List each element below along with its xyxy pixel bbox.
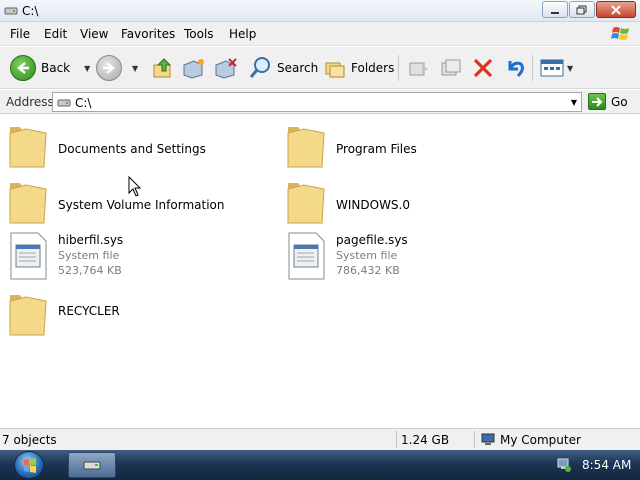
address-label: Address — [6, 95, 54, 109]
forward-button[interactable]: ▼ — [96, 47, 138, 89]
copy-to-icon — [441, 59, 461, 76]
search-label: Search — [277, 61, 319, 75]
item-name: System Volume Information — [58, 198, 225, 212]
folder-icon — [9, 295, 47, 336]
close-button[interactable] — [596, 1, 636, 18]
window-title: C:\ — [22, 4, 39, 18]
address-input[interactable]: C:\ ▼ — [52, 92, 582, 112]
drive-icon — [83, 461, 101, 470]
taskbar: 8:54 AM — [0, 450, 640, 480]
drive-icon — [4, 7, 18, 15]
address-value: C:\ — [75, 96, 92, 110]
toolbar-separator — [532, 55, 533, 81]
chevron-down-icon[interactable]: ▼ — [132, 64, 138, 73]
delete-folder-button[interactable] — [214, 47, 238, 89]
menu-favorites[interactable]: Favorites — [121, 27, 175, 41]
back-label: Back — [41, 61, 71, 75]
menu-view[interactable]: View — [80, 27, 108, 41]
system-file-icon — [288, 232, 325, 280]
item-size: 523,764 KB — [58, 264, 122, 277]
delete-icon — [473, 58, 493, 78]
undo-icon — [508, 61, 524, 78]
status-separator — [474, 431, 475, 448]
toolbar: Back ▼ ▼ Search Folders ▼ — [0, 47, 640, 89]
my-computer-icon — [481, 433, 495, 445]
minimize-icon — [551, 11, 559, 14]
folder-icon — [287, 127, 325, 168]
windows-logo-icon — [24, 458, 36, 473]
close-icon — [611, 4, 621, 15]
copy-to-button[interactable] — [440, 47, 462, 89]
status-location: My Computer — [500, 433, 581, 447]
mouse-cursor-icon — [128, 176, 142, 197]
toolbar-separator — [398, 55, 399, 81]
file-list: Documents and Settings Program Files Sys… — [0, 115, 640, 427]
up-folder-button[interactable] — [152, 47, 174, 89]
status-object-count: 7 objects — [2, 433, 57, 447]
minimize-button[interactable] — [542, 1, 568, 18]
undo-button[interactable] — [504, 47, 526, 89]
folder-item[interactable]: Program Files — [278, 121, 538, 177]
menu-file[interactable]: File — [10, 27, 30, 41]
maximize-icon — [576, 5, 587, 14]
back-button[interactable]: Back ▼ — [10, 47, 90, 89]
new-folder-icon — [183, 59, 204, 79]
drive-icon — [57, 99, 71, 107]
move-to-button[interactable] — [408, 47, 430, 89]
delete-item-icon — [215, 58, 237, 79]
item-name: RECYCLER — [58, 304, 120, 318]
menu-edit[interactable]: Edit — [44, 27, 67, 41]
item-name: Documents and Settings — [58, 142, 206, 156]
folder-icon — [9, 127, 47, 168]
item-name: Program Files — [336, 142, 417, 156]
search-button[interactable]: Search — [248, 47, 318, 89]
delete-button[interactable] — [472, 47, 494, 89]
chevron-down-icon[interactable]: ▼ — [571, 98, 577, 107]
item-type: System file — [58, 249, 120, 262]
go-button[interactable]: Go — [588, 93, 628, 110]
clock[interactable]: 8:54 AM — [582, 458, 631, 472]
chevron-down-icon[interactable]: ▼ — [84, 64, 90, 73]
back-arrow-icon — [10, 55, 36, 81]
folder-item[interactable]: WINDOWS.0 — [278, 177, 538, 233]
new-folder-button[interactable] — [182, 47, 206, 89]
chevron-down-icon[interactable]: ▼ — [567, 64, 573, 73]
status-separator — [396, 431, 397, 448]
file-item[interactable]: pagefile.sys System file 786,432 KB — [278, 231, 538, 287]
folders-icon — [325, 62, 345, 78]
forward-arrow-icon — [96, 55, 122, 81]
search-icon — [249, 57, 270, 78]
taskbar-explorer-button[interactable] — [68, 452, 116, 478]
status-bar: 7 objects 1.24 GB My Computer — [0, 428, 640, 450]
menu-help[interactable]: Help — [229, 27, 256, 41]
folder-icon — [287, 183, 325, 224]
menu-tools[interactable]: Tools — [184, 27, 214, 41]
start-button[interactable] — [14, 451, 44, 479]
item-size: 786,432 KB — [336, 264, 400, 277]
menu-bar: File Edit View Favorites Tools Help — [0, 22, 640, 46]
item-type: System file — [336, 249, 398, 262]
go-label: Go — [611, 94, 628, 109]
maximize-button[interactable] — [569, 1, 595, 18]
status-size: 1.24 GB — [401, 433, 450, 447]
network-icon[interactable] — [556, 457, 572, 473]
system-file-icon — [10, 232, 47, 280]
title-bar: C:\ — [0, 0, 640, 22]
item-name: pagefile.sys — [336, 233, 408, 247]
item-name: WINDOWS.0 — [336, 198, 410, 212]
file-item[interactable]: hiberfil.sys System file 523,764 KB — [0, 231, 270, 287]
folders-button[interactable]: Folders — [324, 47, 394, 89]
folder-item[interactable]: Documents and Settings — [0, 121, 270, 177]
views-icon — [540, 59, 564, 77]
folder-icon — [9, 183, 47, 224]
up-folder-icon — [153, 58, 172, 78]
folder-item[interactable]: RECYCLER — [0, 289, 270, 345]
windows-logo-icon — [611, 27, 629, 40]
go-arrow-icon — [588, 93, 606, 110]
views-button[interactable]: ▼ — [540, 47, 573, 89]
move-to-icon — [409, 62, 428, 76]
folders-label: Folders — [351, 61, 395, 75]
item-name: hiberfil.sys — [58, 233, 124, 247]
address-bar: Address C:\ ▼ Go — [0, 90, 640, 114]
